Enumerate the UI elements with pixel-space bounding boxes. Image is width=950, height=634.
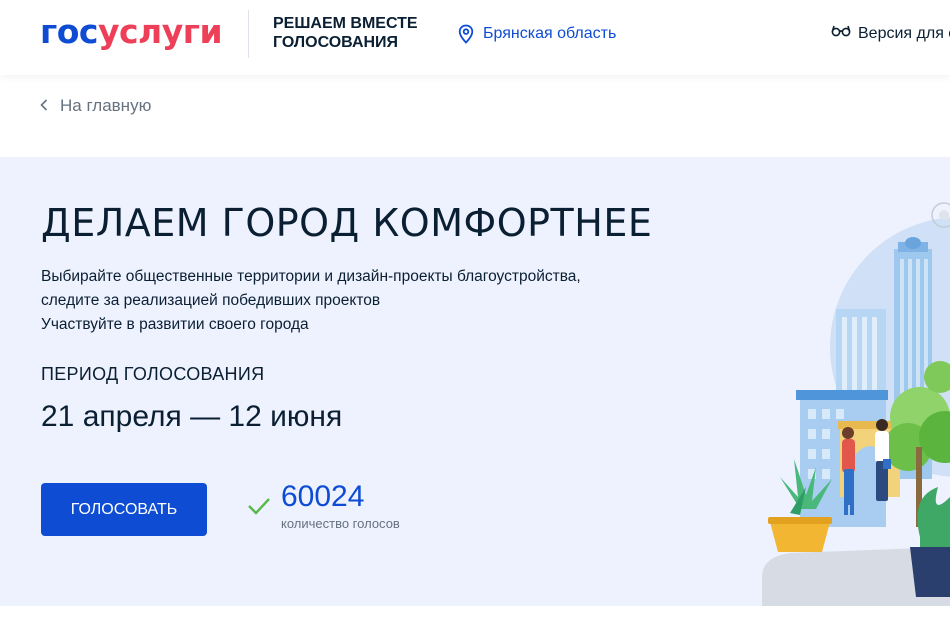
region-selector[interactable]: Брянская область <box>458 24 616 44</box>
header: госуслуги РЕШАЕМ ВМЕСТЕ ГОЛОСОВАНИЯ Брян… <box>0 0 950 75</box>
hero-desc-line: Выбирайте общественные территории и диза… <box>41 268 581 285</box>
period-label: ПЕРИОД ГОЛОСОВАНИЯ <box>41 364 265 384</box>
chevron-left-icon <box>40 96 48 116</box>
accessibility-label: Версия для с <box>858 24 950 42</box>
hero-banner: ДЕЛАЕМ ГОРОД КОМФОРТНЕЕ Выбирайте общест… <box>0 157 950 606</box>
glasses-icon <box>831 24 851 43</box>
breadcrumb-home-link[interactable]: На главную <box>40 96 151 116</box>
hero-description: Выбирайте общественные территории и диза… <box>41 265 581 337</box>
hero-title: ДЕЛАЕМ ГОРОД КОМФОРТНЕЕ <box>41 201 653 245</box>
region-label: Брянская область <box>483 25 617 42</box>
checkmark-icon <box>247 497 271 520</box>
gosuslugi-logo[interactable]: госуслуги <box>40 12 223 52</box>
vote-button[interactable]: ГОЛОСОВАТЬ <box>41 483 207 536</box>
period-dates: 21 апреля — 12 июня <box>41 400 343 433</box>
votes-counter: 60024 количество голосов <box>247 480 400 531</box>
votes-label: количество голосов <box>281 516 400 531</box>
project-name[interactable]: РЕШАЕМ ВМЕСТЕ ГОЛОСОВАНИЯ <box>273 14 418 52</box>
accessibility-toggle[interactable]: Версия для с <box>831 24 950 43</box>
city-illustration <box>760 197 950 606</box>
votes-count: 60024 <box>281 480 365 513</box>
header-divider <box>248 10 249 58</box>
location-pin-icon <box>458 24 474 44</box>
hero-desc-line: следите за реализацией победивших проект… <box>41 292 381 309</box>
hero-desc-line: Участвуйте в развитии своего города <box>41 316 309 333</box>
breadcrumb-label: На главную <box>60 96 152 115</box>
